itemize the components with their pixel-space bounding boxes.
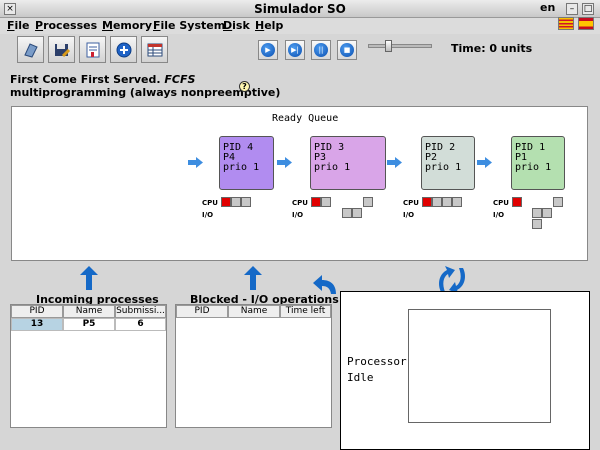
cpu-label: CPU xyxy=(403,199,419,207)
menu-help[interactable]: Help xyxy=(255,19,283,32)
table-icon xyxy=(147,43,162,56)
cpu-label: CPU xyxy=(292,199,308,207)
cpu-burst-cell xyxy=(321,197,331,207)
col-header-name[interactable]: Name xyxy=(63,305,115,318)
io-label: I/O xyxy=(493,211,505,219)
save-button[interactable] xyxy=(48,36,75,63)
io-label: I/O xyxy=(292,211,304,219)
process-prio: prio 1 xyxy=(314,162,351,173)
io-burst-cell xyxy=(352,208,362,218)
speed-slider-track[interactable] xyxy=(368,44,432,48)
cycle-icon xyxy=(439,266,465,294)
io-burst-cell xyxy=(542,208,552,218)
process-prio: prio 1 xyxy=(515,162,552,173)
process-prio: prio 1 xyxy=(425,162,462,173)
io-burst-cell xyxy=(532,208,542,218)
open-button[interactable] xyxy=(17,36,44,63)
cpu-burst-cell xyxy=(221,197,231,207)
pause-icon: || xyxy=(314,43,328,57)
stop-button[interactable]: ■ xyxy=(337,40,357,60)
io-label: I/O xyxy=(403,211,415,219)
step-icon: ▶| xyxy=(288,43,302,57)
speed-slider-thumb[interactable] xyxy=(385,40,392,52)
arrow-curve-icon xyxy=(313,275,336,294)
ready-queue-panel: Ready Queue PID 4 P4 prio 1 PID 3 P3 pri… xyxy=(11,106,588,261)
menu-disk[interactable]: Disk xyxy=(223,19,250,32)
process-card-p3[interactable]: PID 3 P3 prio 1 xyxy=(310,136,386,190)
cpu-burst-cell xyxy=(452,197,462,207)
algorithm-code: FCFS xyxy=(164,73,196,86)
processor-state: Idle xyxy=(347,371,374,384)
cpu-burst-cell xyxy=(442,197,452,207)
arrow-up-icon xyxy=(80,266,98,290)
io-burst-cell xyxy=(342,208,352,218)
cpu-label: CPU xyxy=(202,199,218,207)
help-icon[interactable]: ? xyxy=(239,81,250,92)
cpu-burst-cell xyxy=(553,197,563,207)
menu-memory[interactable]: Memory xyxy=(102,19,152,32)
pause-button[interactable]: || xyxy=(311,40,331,60)
add-icon xyxy=(116,42,131,57)
process-prio: prio 1 xyxy=(223,162,260,173)
ready-queue-label: Ready Queue xyxy=(272,113,339,124)
save-icon xyxy=(54,43,70,57)
open-icon xyxy=(23,42,38,58)
arrow-right-icon xyxy=(387,157,402,168)
menu-bar: File Processes Memory File System Disk H… xyxy=(0,18,600,34)
play-icon: ▶ xyxy=(261,43,275,57)
cpu-burst-cell xyxy=(432,197,442,207)
menu-file[interactable]: File xyxy=(7,19,30,32)
spanish-flag-icon[interactable] xyxy=(578,17,594,30)
arrow-right-icon xyxy=(277,157,292,168)
algorithm-name: First Come First Served. xyxy=(10,73,161,86)
col-header-name[interactable]: Name xyxy=(228,305,280,318)
language-label[interactable]: en xyxy=(540,1,555,14)
blocked-table: PID Name Time left xyxy=(175,304,332,428)
incoming-table: PID Name Submissi... 13 P5 6 xyxy=(10,304,167,428)
cpu-burst-cell xyxy=(241,197,251,207)
minimize-icon[interactable]: – xyxy=(566,3,578,15)
io-burst-cell xyxy=(532,219,542,229)
processor-panel: Processor Idle xyxy=(340,291,590,450)
maximize-icon[interactable]: □ xyxy=(582,3,594,15)
edit-icon xyxy=(86,42,99,57)
table-cell-pid[interactable]: 13 xyxy=(11,318,63,331)
cpu-burst-cell xyxy=(512,197,522,207)
arrow-right-icon xyxy=(188,157,203,168)
title-bar: × Simulador SO – □ xyxy=(0,0,600,18)
add-button[interactable] xyxy=(110,36,137,63)
step-button[interactable]: ▶| xyxy=(285,40,305,60)
menu-file-system[interactable]: File System xyxy=(153,19,225,32)
col-header-time-left[interactable]: Time left xyxy=(280,305,331,318)
cpu-burst-cell xyxy=(231,197,241,207)
col-header-submission[interactable]: Submissi... xyxy=(115,305,166,318)
arrow-right-icon xyxy=(477,157,492,168)
table-cell-submission[interactable]: 6 xyxy=(115,318,166,331)
processor-status: Processor Idle xyxy=(347,354,407,386)
algorithm-title: First Come First Served. FCFS xyxy=(10,73,195,86)
play-button[interactable]: ▶ xyxy=(258,40,278,60)
time-label: Time: 0 units xyxy=(451,42,533,55)
menu-processes[interactable]: Processes xyxy=(35,19,97,32)
cpu-label: CPU xyxy=(493,199,509,207)
table-button[interactable] xyxy=(141,36,168,63)
window-title: Simulador SO xyxy=(254,2,346,16)
cpu-burst-cell xyxy=(363,197,373,207)
edit-button[interactable] xyxy=(79,36,106,63)
processor-label: Processor xyxy=(347,355,407,368)
process-card-p2[interactable]: PID 2 P2 prio 1 xyxy=(421,136,475,190)
catalan-flag-icon[interactable] xyxy=(558,17,574,30)
col-header-pid[interactable]: PID xyxy=(11,305,63,318)
processor-slot xyxy=(408,309,551,423)
process-card-p4[interactable]: PID 4 P4 prio 1 xyxy=(219,136,274,190)
arrow-up-icon xyxy=(244,266,262,290)
io-label: I/O xyxy=(202,211,214,219)
cpu-burst-cell xyxy=(422,197,432,207)
col-header-pid[interactable]: PID xyxy=(176,305,228,318)
cpu-burst-cell xyxy=(311,197,321,207)
stop-icon: ■ xyxy=(340,43,354,57)
table-cell-name[interactable]: P5 xyxy=(63,318,115,331)
process-card-p1[interactable]: PID 1 P1 prio 1 xyxy=(511,136,565,190)
